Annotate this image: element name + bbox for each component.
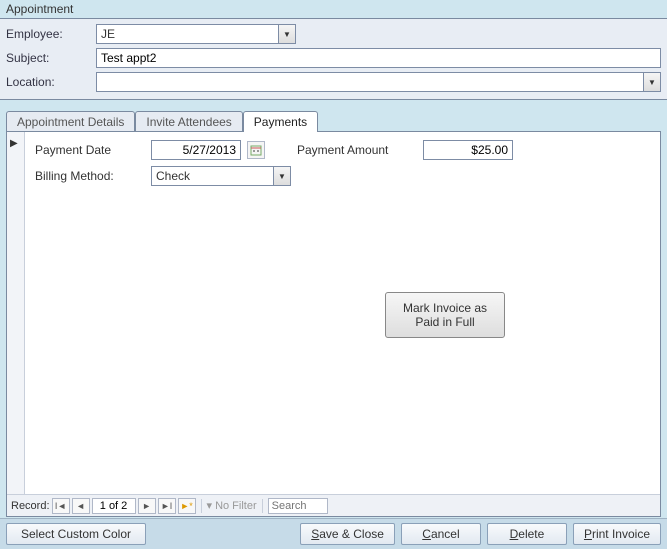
separator	[201, 499, 202, 513]
subject-label: Subject:	[6, 51, 96, 65]
mark-paid-button[interactable]: Mark Invoice as Paid in Full	[385, 292, 505, 338]
filter-icon: ▾	[207, 499, 213, 512]
dropdown-icon[interactable]: ▼	[278, 25, 295, 43]
location-label: Location:	[6, 75, 96, 89]
nav-new-icon[interactable]: ►*	[178, 498, 196, 514]
tab-invite-attendees[interactable]: Invite Attendees	[135, 111, 242, 132]
location-combobox[interactable]: ▼	[96, 72, 661, 92]
delete-button[interactable]: Delete	[487, 523, 567, 545]
save-close-button[interactable]: Save & Close	[300, 523, 395, 545]
dropdown-icon[interactable]: ▼	[643, 73, 660, 91]
payment-amount-input[interactable]	[423, 140, 513, 160]
record-search-input[interactable]	[268, 498, 328, 514]
billing-method-combobox[interactable]: Check ▼	[151, 166, 291, 186]
window-title: Appointment	[0, 0, 667, 18]
location-value	[97, 81, 643, 83]
record-position-input[interactable]	[92, 498, 136, 514]
tab-body: ▶ Payment Date Payment Amount	[6, 131, 661, 517]
form-header: Employee: JE ▼ Subject: Location: ▼	[0, 18, 667, 100]
nav-next-icon[interactable]: ►	[138, 498, 156, 514]
payment-amount-label: Payment Amount	[297, 143, 417, 157]
billing-method-value: Check	[152, 168, 273, 184]
payment-date-input[interactable]	[151, 140, 241, 160]
calendar-icon[interactable]	[247, 141, 265, 159]
employee-label: Employee:	[6, 27, 96, 41]
payments-panel: Payment Date Payment Amount Billing Meth…	[25, 132, 660, 494]
footer-bar: Select Custom Color Save & Close Cancel …	[0, 518, 667, 549]
tab-strip: Appointment Details Invite Attendees Pay…	[6, 110, 661, 131]
employee-combobox[interactable]: JE ▼	[96, 24, 296, 44]
tab-appointment-details[interactable]: Appointment Details	[6, 111, 135, 132]
cancel-button[interactable]: Cancel	[401, 523, 481, 545]
select-color-button[interactable]: Select Custom Color	[6, 523, 146, 545]
nav-first-icon[interactable]: I◄	[52, 498, 70, 514]
billing-method-label: Billing Method:	[35, 169, 145, 183]
tab-payments[interactable]: Payments	[243, 111, 318, 132]
record-label: Record:	[11, 500, 50, 512]
nav-prev-icon[interactable]: ◄	[72, 498, 90, 514]
print-invoice-button[interactable]: Print Invoice	[573, 523, 661, 545]
separator	[262, 499, 263, 513]
payment-date-label: Payment Date	[35, 143, 145, 157]
record-navigator: Record: I◄ ◄ ► ►I ►* ▾ No Filter	[7, 494, 660, 516]
no-filter-indicator: ▾ No Filter	[207, 499, 257, 512]
record-pointer-icon: ▶	[10, 138, 18, 149]
record-selector-bar[interactable]: ▶	[7, 132, 25, 494]
dropdown-icon[interactable]: ▼	[273, 167, 290, 185]
subject-input[interactable]	[96, 48, 661, 68]
employee-value: JE	[97, 26, 278, 42]
nav-last-icon[interactable]: ►I	[158, 498, 176, 514]
